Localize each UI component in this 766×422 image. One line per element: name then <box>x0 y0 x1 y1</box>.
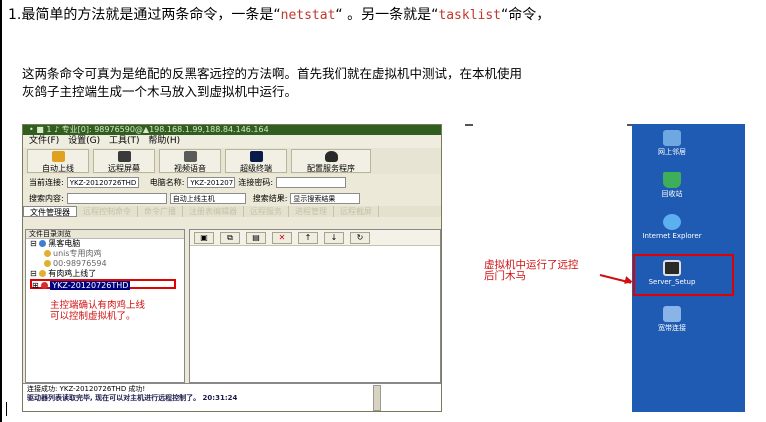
folder-icon <box>44 250 51 257</box>
rc-body: 文件目录浏览 ⊟ 黑客电脑 unis专用肉鸡 00:98976594 ⊟ 有肉鸡… <box>23 229 441 383</box>
file-tree: 文件目录浏览 ⊟ 黑客电脑 unis专用肉鸡 00:98976594 ⊟ 有肉鸡… <box>25 229 185 383</box>
separator-mark <box>465 124 473 126</box>
menu-help[interactable]: 帮助(H) <box>148 136 180 146</box>
paste-icon[interactable]: ▤ <box>246 232 266 244</box>
upload-icon[interactable]: ↑ <box>298 232 318 244</box>
rc-client-screenshot: • ■ 1 ♪ 专业[0]: 98976590@▲198.168.1.99,18… <box>22 124 442 412</box>
search-scope-select[interactable]: 自动上线主机 <box>169 192 246 204</box>
host-icon <box>41 282 49 289</box>
file-toolbar: ▣ ⧉ ▤ ✕ ↑ ↓ ↻ <box>190 230 440 246</box>
vm-desktop-screenshot: 网上邻居 回收站 Internet Explorer Server_Setup … <box>632 124 745 412</box>
broadband-connection-icon <box>663 306 681 322</box>
paragraph-line-1: 这两条命令可真为是绝配的反黑客远控的方法啊。首先我们就在虚拟机中测试，在本机使用 <box>22 66 523 81</box>
search-result-field[interactable]: 显示搜索结果 <box>290 192 361 204</box>
computer-icon <box>39 240 47 247</box>
tab-registry[interactable]: 注册表编辑器 <box>183 206 244 217</box>
intro-text-a: 最简单的方法就是通过两条命令，一条是“ <box>21 7 281 23</box>
search-row: 搜索内容: 自动上线主机 搜索结果: 显示搜索结果 <box>23 190 441 206</box>
paragraph-line-2: 灰鸽子主控端生成一个木马放入到虚拟机中运行。 <box>22 84 298 99</box>
desktop-icon-ie[interactable]: Internet Explorer <box>632 214 712 240</box>
diamond-icon <box>51 151 65 162</box>
tree-node-hacker-pc[interactable]: ⊟ 黑客电脑 <box>26 239 184 249</box>
menu-tools[interactable]: 工具(T) <box>109 136 140 146</box>
rc-tab-strip: 文件管理器 远程控制命令 命令广播 注册表编辑器 远程服务 进程管理 远程截屏 <box>23 206 441 217</box>
rc-toolbar: 自动上线 远程屏幕 视频语音 超级终端 配置服务程序 <box>23 148 441 174</box>
tree-node-selected-host[interactable]: ⊞ YKZ-20120726THD <box>30 279 176 290</box>
expand-icon: ⊟ <box>30 269 40 278</box>
menu-file[interactable]: 文件(F) <box>29 136 59 146</box>
search-input[interactable] <box>66 192 167 204</box>
terminal-icon <box>249 151 263 162</box>
folder-icon <box>39 270 47 277</box>
intro-line: 1.最简单的方法就是通过两条命令，一条是“netstat“ 。另一条就是“tas… <box>8 4 550 24</box>
connection-password-field[interactable] <box>276 176 347 188</box>
tree-node-unis[interactable]: unis专用肉鸡 <box>26 249 184 259</box>
network-places-icon <box>663 130 681 146</box>
rc-menu-bar: 文件(F) 设置(G) 工具(T) 帮助(H) <box>23 135 441 148</box>
delete-icon[interactable]: ✕ <box>272 232 292 244</box>
left-border <box>0 0 2 422</box>
computer-name-field[interactable]: YKZ-201207 <box>187 176 236 188</box>
menu-settings[interactable]: 设置(G) <box>68 136 100 146</box>
file-tree-header: 文件目录浏览 <box>26 230 184 239</box>
intro-prefix: 1. <box>8 7 22 23</box>
video-voice-button[interactable]: 视频语音 <box>159 149 221 173</box>
copy-icon[interactable]: ⧉ <box>220 232 240 244</box>
connection-row: 当前连接: YKZ-20120726THD 电脑名称: YKZ-201207 连… <box>23 174 441 190</box>
config-server-button[interactable]: 配置服务程序 <box>291 149 371 173</box>
cmd-netstat: netstat <box>280 8 336 23</box>
tab-remote-command[interactable]: 远程控制命令 <box>77 206 138 217</box>
vm-annotation: 虚拟机中运行了远控 后门木马 <box>484 259 579 282</box>
rc-title-bar: • ■ 1 ♪ 专业[0]: 98976590@▲198.168.1.99,18… <box>23 125 441 135</box>
server-setup-highlight <box>633 254 734 296</box>
folder-up-icon[interactable]: ▣ <box>194 232 214 244</box>
shield-icon <box>324 151 338 162</box>
expand-icon: ⊟ <box>30 239 40 248</box>
recycle-bin-icon <box>663 172 681 188</box>
intro-text-b: “ 。另一条就是“ <box>335 7 439 23</box>
current-connection-field[interactable]: YKZ-20120726THD <box>66 176 139 188</box>
status-log: 连接成功: YKZ-20120726THD 成功! 驱动器列表读取完毕, 现在可… <box>23 383 441 411</box>
remote-screen-button[interactable]: 远程屏幕 <box>93 149 155 173</box>
internet-explorer-icon <box>663 214 681 230</box>
intro-paragraph: 这两条命令可真为是绝配的反黑客远控的方法啊。首先我们就在虚拟机中测试，在本机使用… <box>22 65 522 101</box>
client-annotation: 主控端确认有肉鸡上线 可以控制虚拟机了。 <box>50 300 146 322</box>
log-scrollbar[interactable] <box>373 385 381 411</box>
tree-node-00[interactable]: 00:98976594 <box>26 259 184 269</box>
refresh-icon[interactable]: ↻ <box>350 232 370 244</box>
download-icon[interactable]: ↓ <box>324 232 344 244</box>
text-cursor <box>6 402 7 416</box>
tab-processes[interactable]: 进程管理 <box>289 206 334 217</box>
desktop-icon-broadband[interactable]: 宽带连接 <box>632 306 712 332</box>
tab-broadcast[interactable]: 命令广播 <box>138 206 183 217</box>
folder-icon <box>44 260 51 267</box>
desktop-icon-network[interactable]: 网上邻居 <box>632 130 712 156</box>
camera-icon <box>183 151 197 162</box>
file-list-pane: ▣ ⧉ ▤ ✕ ↑ ↓ ↻ <box>189 229 441 383</box>
super-terminal-button[interactable]: 超级终端 <box>225 149 287 173</box>
tree-node-new-host[interactable]: ⊟ 有肉鸡上线了 <box>26 269 184 279</box>
cmd-tasklist: tasklist <box>438 8 502 23</box>
auto-online-button[interactable]: 自动上线 <box>27 149 89 173</box>
tab-services[interactable]: 远程服务 <box>244 206 289 217</box>
tab-screenshot[interactable]: 远程截屏 <box>334 206 379 217</box>
expand-icon: ⊞ <box>32 281 42 290</box>
desktop-icon-recycle[interactable]: 回收站 <box>632 172 712 198</box>
tab-file-manager[interactable]: 文件管理器 <box>23 206 77 217</box>
monitor-icon <box>117 151 131 162</box>
intro-text-c: “命令， <box>501 7 551 23</box>
